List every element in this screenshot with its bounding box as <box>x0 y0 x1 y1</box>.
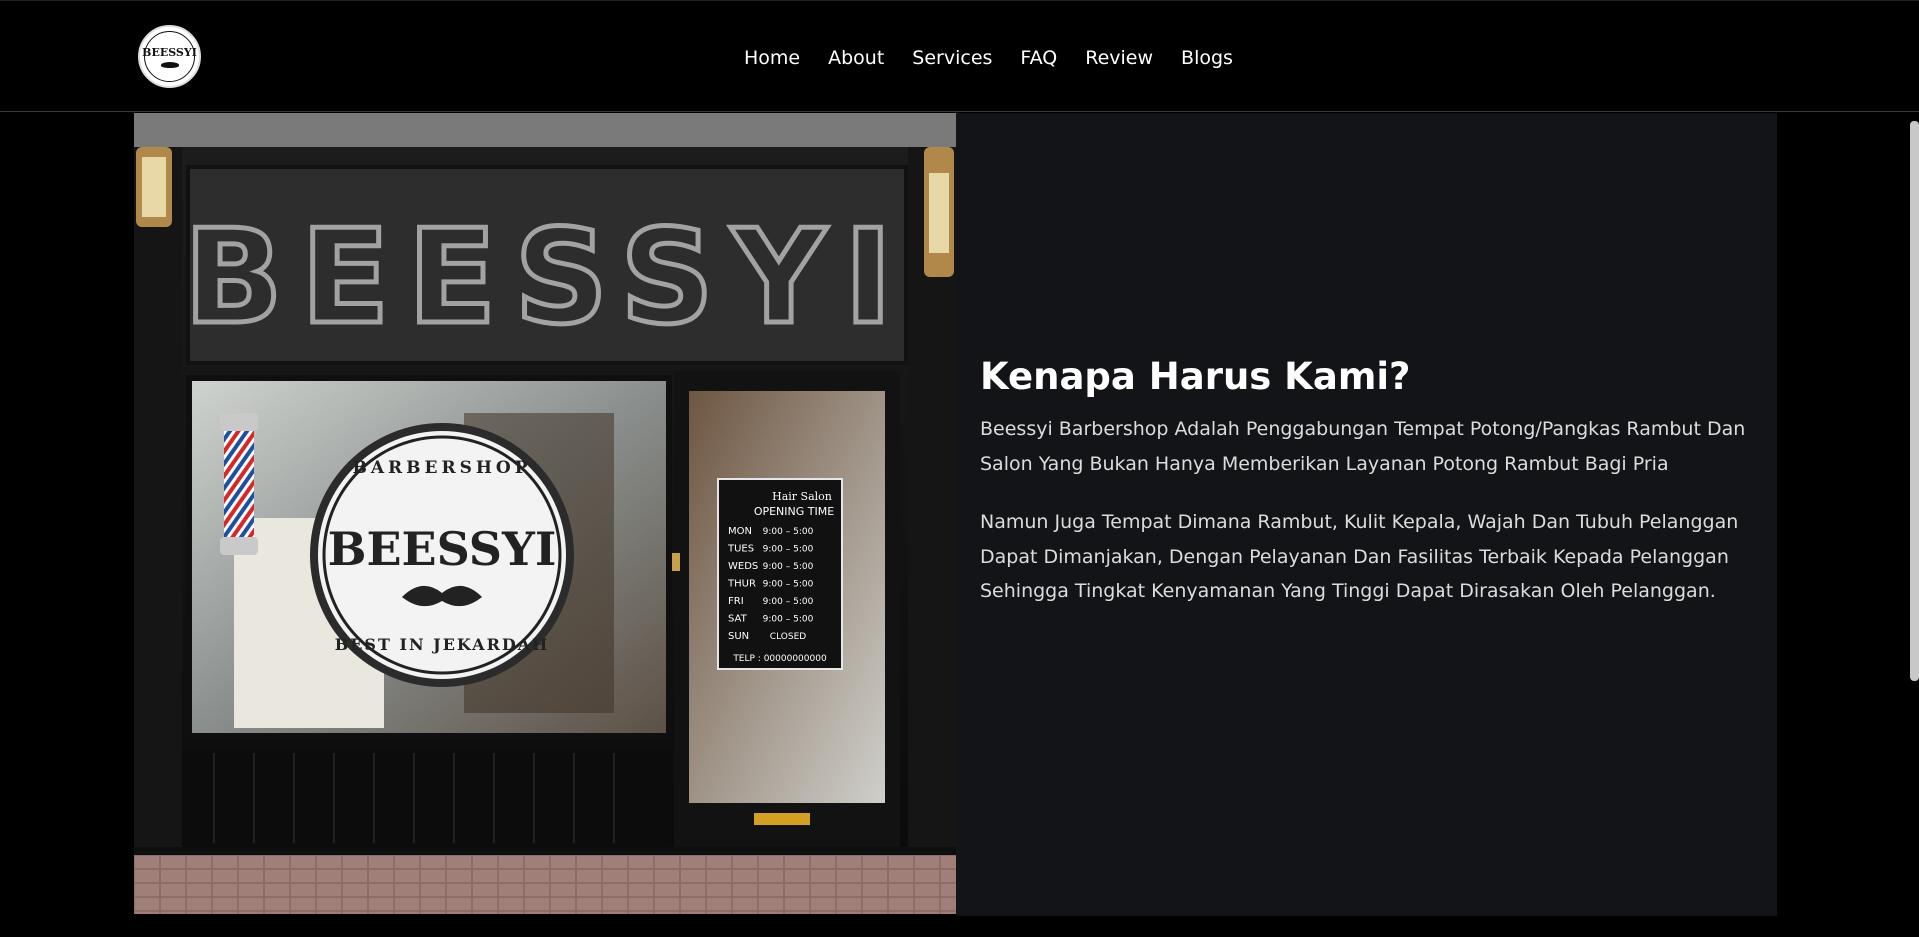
nav-link-about[interactable]: About <box>828 45 884 71</box>
page-scrollbar[interactable] <box>1910 121 1919 681</box>
nav-link-faq[interactable]: FAQ <box>1020 45 1057 71</box>
hours-time: 9:00 – 5:00 <box>763 527 814 537</box>
nav-link-home[interactable]: Home <box>744 45 800 71</box>
stone-ledge <box>134 113 956 147</box>
hours-title: OPENING TIME <box>754 505 834 518</box>
badge-name-text: BEESSYI <box>328 522 557 576</box>
barbershop-badge: BARBERSHOP BEESSYI BEST IN JEKARDAH <box>310 423 574 687</box>
badge-bottom-text: BEST IN JEKARDAH <box>335 635 550 654</box>
detail-paragraph: Namun Juga Tempat Dimana Rambut, Kulit K… <box>980 511 1739 602</box>
sign-text: BEESSYI <box>184 201 911 353</box>
brand-logo[interactable]: BEESSYI <box>138 25 201 88</box>
section-heading: Kenapa Harus Kami? <box>980 355 1411 398</box>
hours-time: CLOSED <box>770 632 806 642</box>
storefront-illustration: BEESSYI BARBERSHOP BEESSYI BEST IN JEKAR… <box>134 113 956 914</box>
nav-link-review[interactable]: Review <box>1085 45 1153 71</box>
mustache-icon <box>160 61 179 68</box>
hours-day: SAT <box>728 614 748 625</box>
storefront-photo: BEESSYI BARBERSHOP BEESSYI BEST IN JEKAR… <box>134 113 956 914</box>
barber-pole-icon <box>220 413 258 555</box>
hours-telp: TELP : 00000000000 <box>732 654 827 664</box>
logo-text: BEESSYI <box>142 45 197 59</box>
hours-time: 9:00 – 5:00 <box>763 580 814 590</box>
hours-day: WEDS <box>728 561 758 572</box>
lower-panel <box>182 749 670 847</box>
hours-day: FRI <box>728 596 744 607</box>
main-nav: Home About Services FAQ Review Blogs <box>744 45 1261 71</box>
hours-time: 9:00 – 5:00 <box>763 545 814 555</box>
hours-time: 9:00 – 5:00 <box>763 562 814 572</box>
hours-day: TUES <box>727 544 754 555</box>
hours-day: MON <box>728 526 752 537</box>
badge-top-text: BARBERSHOP <box>352 458 531 478</box>
hours-title-small: Hair Salon <box>772 490 832 503</box>
hours-time: 9:00 – 5:00 <box>763 597 814 607</box>
intro-paragraph: Beessyi Barbershop Adalah Penggabungan T… <box>980 418 1746 475</box>
opening-hours-sign: Hair Salon OPENING TIME MON 9:00 – 5:00 TU… <box>717 478 843 670</box>
hours-time: 9:00 – 5:00 <box>763 615 814 625</box>
hours-day: SUN <box>728 631 749 642</box>
navbar: BEESSYI Home About Services FAQ Review B… <box>0 0 1919 112</box>
nav-link-services[interactable]: Services <box>912 45 992 71</box>
why-us-panel: Kenapa Harus Kami? Beessyi Barbershop Ad… <box>956 113 1777 916</box>
lantern-left <box>136 147 172 227</box>
nav-link-blogs[interactable]: Blogs <box>1181 45 1233 71</box>
hours-day: THUR <box>727 579 756 590</box>
sidewalk <box>134 855 956 914</box>
lantern-right <box>924 147 954 277</box>
